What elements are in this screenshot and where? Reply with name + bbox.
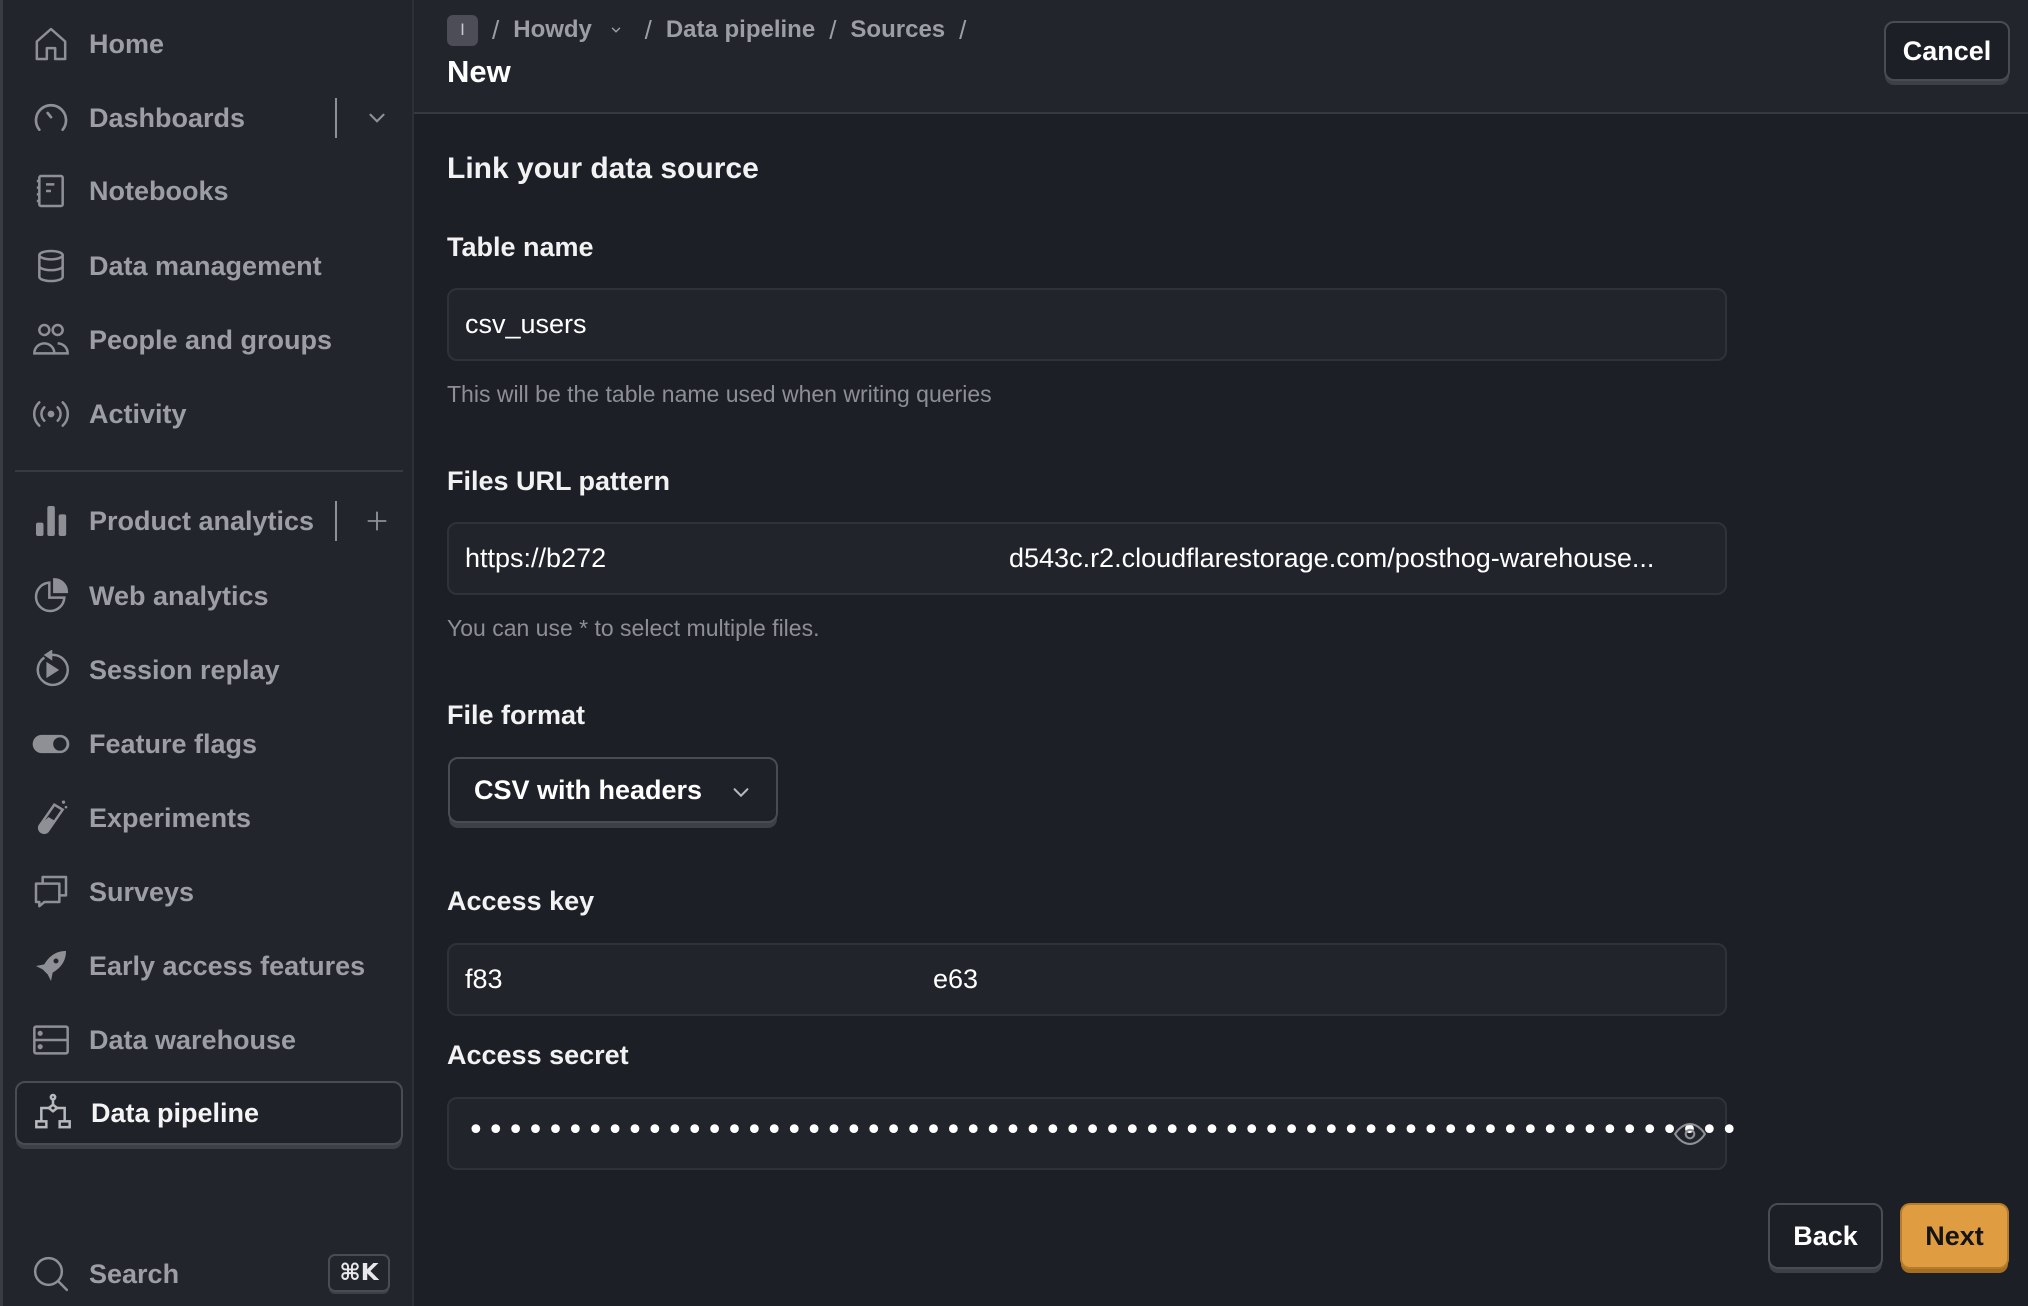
breadcrumb-separator: / [829, 14, 837, 45]
chevron-down-icon [611, 27, 620, 33]
server-icon [29, 1018, 73, 1062]
sidebar-item-activity[interactable]: Activity [15, 382, 403, 446]
access-key-value-end: e63 [933, 964, 979, 994]
sidebar-item-data-warehouse[interactable]: Data warehouse [15, 1008, 403, 1072]
sidebar-separator [15, 470, 403, 472]
divider [335, 501, 337, 541]
access-secret-masked-value: ••••••••••••••••••••••••••••••••••••••••… [467, 1113, 1741, 1148]
sidebar-item-label: Early access features [89, 950, 366, 981]
table-name-input[interactable]: csv_users [447, 288, 1727, 361]
breadcrumb-separator: / [959, 14, 967, 45]
sidebar-item-label: Web analytics [89, 580, 269, 611]
next-button[interactable]: Next [1900, 1203, 2009, 1269]
search-shortcut-badge: ⌘K [328, 1254, 390, 1292]
plus-icon [367, 511, 387, 531]
breadcrumb-separator: / [492, 14, 500, 45]
pipeline-icon [31, 1091, 75, 1135]
sidebar-item-data-management[interactable]: Data management [15, 234, 403, 298]
people-icon [29, 318, 73, 362]
table-name-value: csv_users [465, 309, 587, 339]
page-header: I / Howdy / Data pipeline / Sources / Ne… [414, 0, 2028, 114]
breadcrumb-separator: / [644, 14, 652, 45]
breadcrumb-project[interactable]: Howdy [513, 16, 622, 44]
activity-broadcast-icon [29, 392, 73, 436]
file-format-select[interactable]: CSV with headers [448, 757, 778, 823]
sidebar: Home Dashboards Notebooks Data managemen… [0, 0, 414, 1306]
back-button[interactable]: Back [1768, 1203, 1883, 1269]
sidebar-item-people[interactable]: People and groups [15, 308, 403, 372]
notebook-icon [29, 169, 73, 213]
bar-chart-icon [29, 499, 73, 543]
home-icon [29, 22, 73, 66]
breadcrumb-data-pipeline[interactable]: Data pipeline [666, 16, 815, 44]
access-key-label: Access key [447, 886, 595, 916]
sidebar-item-product-analytics[interactable]: Product analytics [15, 489, 403, 553]
pie-chart-icon [29, 574, 73, 618]
app-window: Home Dashboards Notebooks Data managemen… [0, 0, 2028, 1306]
sidebar-item-early-access[interactable]: Early access features [15, 934, 403, 998]
rocket-icon [29, 944, 73, 988]
dashboards-expand-button[interactable] [357, 98, 397, 138]
access-secret-label: Access secret [447, 1040, 629, 1070]
sidebar-item-label: Dashboards [89, 102, 246, 133]
breadcrumb-sources[interactable]: Sources [850, 16, 945, 44]
url-pattern-value-start: https://b272 [465, 543, 607, 573]
flask-icon [29, 796, 73, 840]
sidebar-item-label: Data management [89, 250, 322, 281]
sidebar-item-home[interactable]: Home [15, 12, 403, 76]
sidebar-item-session-replay[interactable]: Session replay [15, 638, 403, 702]
eye-icon[interactable] [1671, 1117, 1709, 1151]
sidebar-item-label: Session replay [89, 654, 280, 685]
sidebar-item-label: Surveys [89, 876, 195, 907]
sidebar-item-web-analytics[interactable]: Web analytics [15, 564, 403, 628]
breadcrumb: I / Howdy / Data pipeline / Sources / [447, 14, 980, 46]
form-title: Link your data source [447, 152, 759, 185]
access-secret-input[interactable]: ••••••••••••••••••••••••••••••••••••••••… [447, 1097, 1738, 1170]
table-name-label: Table name [447, 232, 594, 262]
chat-bubbles-icon [29, 870, 73, 914]
sidebar-item-label: Activity [89, 398, 187, 429]
sidebar-item-surveys[interactable]: Surveys [15, 860, 403, 924]
url-pattern-label: Files URL pattern [447, 466, 671, 496]
access-key-input[interactable]: f83 e63 [447, 943, 1727, 1016]
sidebar-item-label: Feature flags [89, 728, 258, 759]
search-label: Search [89, 1258, 180, 1289]
sidebar-item-label: Notebooks [89, 175, 229, 206]
page-title: New [447, 54, 511, 89]
file-format-label: File format [447, 700, 586, 730]
breadcrumb-project-label: Howdy [513, 16, 592, 43]
sidebar-item-experiments[interactable]: Experiments [15, 786, 403, 850]
project-avatar[interactable]: I [447, 14, 478, 46]
divider [335, 98, 337, 138]
sidebar-item-label: Data warehouse [89, 1024, 297, 1055]
replay-icon [29, 648, 73, 692]
sidebar-item-label: Data pipeline [91, 1097, 260, 1128]
dashboard-gauge-icon [29, 96, 73, 140]
chevron-down-icon [369, 113, 385, 123]
toggle-icon [29, 722, 73, 766]
search-icon [29, 1252, 73, 1296]
url-pattern-hint: You can use * to select multiple files. [447, 615, 820, 641]
table-name-hint: This will be the table name used when wr… [447, 381, 992, 407]
file-format-value: CSV with headers [474, 774, 703, 805]
sidebar-item-dashboards[interactable]: Dashboards [15, 86, 403, 150]
sidebar-item-data-pipeline[interactable]: Data pipeline [15, 1081, 403, 1145]
chevron-down-icon [733, 788, 749, 798]
sidebar-item-label: Home [89, 28, 165, 59]
url-pattern-input[interactable]: https://b272 d543c.r2.cloudflarestorage.… [447, 522, 1727, 595]
cancel-button[interactable]: Cancel [1884, 21, 2010, 81]
sidebar-item-notebooks[interactable]: Notebooks [15, 159, 403, 223]
sidebar-item-label: People and groups [89, 324, 333, 355]
access-key-value-start: f83 [465, 964, 503, 994]
sidebar-item-label: Product analytics [89, 505, 315, 536]
new-insight-button[interactable] [357, 501, 397, 541]
url-pattern-value-end: d543c.r2.cloudflarestorage.com/posthog-w… [1009, 543, 1655, 573]
sidebar-item-feature-flags[interactable]: Feature flags [15, 712, 403, 776]
database-icon [29, 244, 73, 288]
sidebar-item-label: Experiments [89, 802, 252, 833]
